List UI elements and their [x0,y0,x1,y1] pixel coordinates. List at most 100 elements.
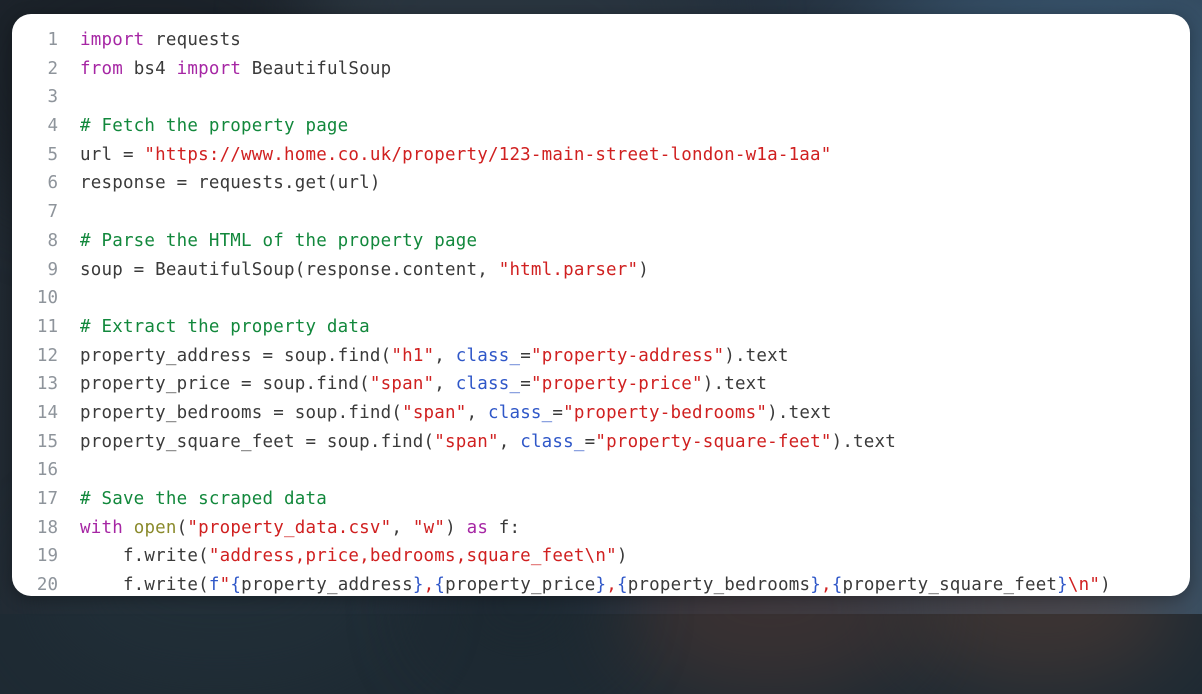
code-token-com: # Parse the HTML of the property page [80,231,477,251]
code-line[interactable]: 13property_price = soup.find("span", cla… [12,370,1190,399]
code-line-content[interactable] [58,456,91,485]
code-token-txt: ) [1100,575,1111,595]
code-token-kwarg: } [1057,575,1068,595]
code-token-txt: , [434,346,455,366]
code-line-content[interactable]: soup = BeautifulSoup(response.content, "… [58,256,649,285]
code-token-str: , [821,575,832,595]
code-line[interactable]: 8 # Parse the HTML of the property page [12,227,1190,256]
code-line[interactable]: 10 [12,284,1190,313]
code-token-txt: f: [488,518,520,538]
code-token-txt: bs4 [123,59,177,79]
code-line-content[interactable]: from bs4 import BeautifulSoup [58,55,391,84]
line-number: 11 [12,313,58,342]
code-line[interactable]: 9soup = BeautifulSoup(response.content, … [12,256,1190,285]
code-line-content[interactable]: import requests [58,26,241,55]
code-line-content[interactable]: # Fetch the property page [58,112,348,141]
code-token-str: , [424,575,435,595]
code-line-content[interactable]: # Parse the HTML of the property page [58,227,477,256]
code-token-kwarg: class_ [488,403,552,423]
code-line-content[interactable]: url = "https://www.home.co.uk/property/1… [58,141,832,170]
code-token-kwarg: class_ [456,374,520,394]
code-token-txt: ).text [832,432,896,452]
code-line-content[interactable]: response = requests.get(url) [58,169,381,198]
code-line-content[interactable] [58,284,91,313]
code-token-txt: ) [445,518,466,538]
line-number: 16 [12,456,58,485]
code-line[interactable]: 12property_address = soup.find("h1", cla… [12,342,1190,371]
code-token-txt: soup = BeautifulSoup(response.content, [80,260,499,280]
code-token-str: "address,price,bedrooms,square_feet\n" [209,546,617,566]
code-token-str: "property-price" [531,374,703,394]
code-token-txt: BeautifulSoup [241,59,391,79]
code-line-content[interactable]: f.write(f"{property_address},{property_p… [58,571,1111,596]
code-line[interactable]: 4# Fetch the property page [12,112,1190,141]
code-line-content[interactable]: property_square_feet = soup.find("span",… [58,428,896,457]
code-token-esc: \n [1068,575,1089,595]
code-line-content[interactable]: with open("property_data.csv", "w") as f… [58,514,520,543]
code-token-kwarg: } [413,575,424,595]
code-line[interactable]: 18with open("property_data.csv", "w") as… [12,514,1190,543]
code-token-txt: , [391,518,412,538]
line-number: 8 [12,227,58,256]
code-token-kwarg: class_ [520,432,584,452]
line-number: 18 [12,514,58,543]
code-line[interactable]: 15property_square_feet = soup.find("span… [12,428,1190,457]
code-line[interactable]: 6response = requests.get(url) [12,169,1190,198]
code-token-txt: property_square_feet [842,575,1057,595]
code-token-txt: property_address = soup.find( [80,346,391,366]
code-token-str: "span" [402,403,466,423]
code-token-txt: , [434,374,455,394]
code-token-str: "w" [413,518,445,538]
code-token-kwarg: } [810,575,821,595]
code-line-content[interactable]: property_bedrooms = soup.find("span", cl… [58,399,832,428]
code-line[interactable]: 20 f.write(f"{property_address},{propert… [12,571,1190,596]
code-line[interactable]: 14property_bedrooms = soup.find("span", … [12,399,1190,428]
line-number: 19 [12,542,58,571]
code-token-txt [123,518,134,538]
code-line[interactable]: 7 [12,198,1190,227]
code-token-kwarg: { [230,575,241,595]
line-number: 1 [12,26,58,55]
code-token-str: " [1089,575,1100,595]
code-token-txt: property_price = soup.find( [80,374,370,394]
code-line[interactable]: 16 [12,456,1190,485]
line-number: 9 [12,256,58,285]
code-line-content[interactable] [58,198,91,227]
code-token-txt: ).text [767,403,831,423]
code-token-str: "property-square-feet" [595,432,831,452]
code-token-txt: ).text [703,374,767,394]
line-number: 5 [12,141,58,170]
code-line-content[interactable]: f.write("address,price,bedrooms,square_f… [58,542,628,571]
line-number: 13 [12,370,58,399]
code-token-txt: f.write( [80,575,209,595]
line-number: 4 [12,112,58,141]
code-line-content[interactable]: # Save the scraped data [58,485,327,514]
code-editor[interactable]: 1import requests2from bs4 import Beautif… [12,14,1190,596]
code-line-content[interactable]: property_address = soup.find("h1", class… [58,342,789,371]
code-token-kw: import [80,30,144,50]
code-token-txt: property_address [241,575,413,595]
code-line[interactable]: 1import requests [12,26,1190,55]
code-token-str: "https://www.home.co.uk/property/123-mai… [144,145,831,165]
code-line[interactable]: 3 [12,83,1190,112]
code-token-com: # Save the scraped data [80,489,327,509]
code-token-txt: property_price [445,575,595,595]
code-token-kwarg: { [617,575,628,595]
code-token-str: "property-bedrooms" [563,403,767,423]
code-line-content[interactable]: # Extract the property data [58,313,370,342]
code-card[interactable]: 1import requests2from bs4 import Beautif… [12,14,1190,596]
code-line[interactable]: 17# Save the scraped data [12,485,1190,514]
code-line[interactable]: 11# Extract the property data [12,313,1190,342]
code-line[interactable]: 2from bs4 import BeautifulSoup [12,55,1190,84]
code-token-str: , [606,575,617,595]
code-line-content[interactable] [58,83,91,112]
code-line[interactable]: 5url = "https://www.home.co.uk/property/… [12,141,1190,170]
code-token-kw: import [177,59,241,79]
line-number: 15 [12,428,58,457]
line-number: 12 [12,342,58,371]
code-line-content[interactable]: property_price = soup.find("span", class… [58,370,767,399]
code-token-txt: = [520,346,531,366]
code-token-str: "span" [370,374,434,394]
code-token-kw: as [467,518,488,538]
code-line[interactable]: 19 f.write("address,price,bedrooms,squar… [12,542,1190,571]
